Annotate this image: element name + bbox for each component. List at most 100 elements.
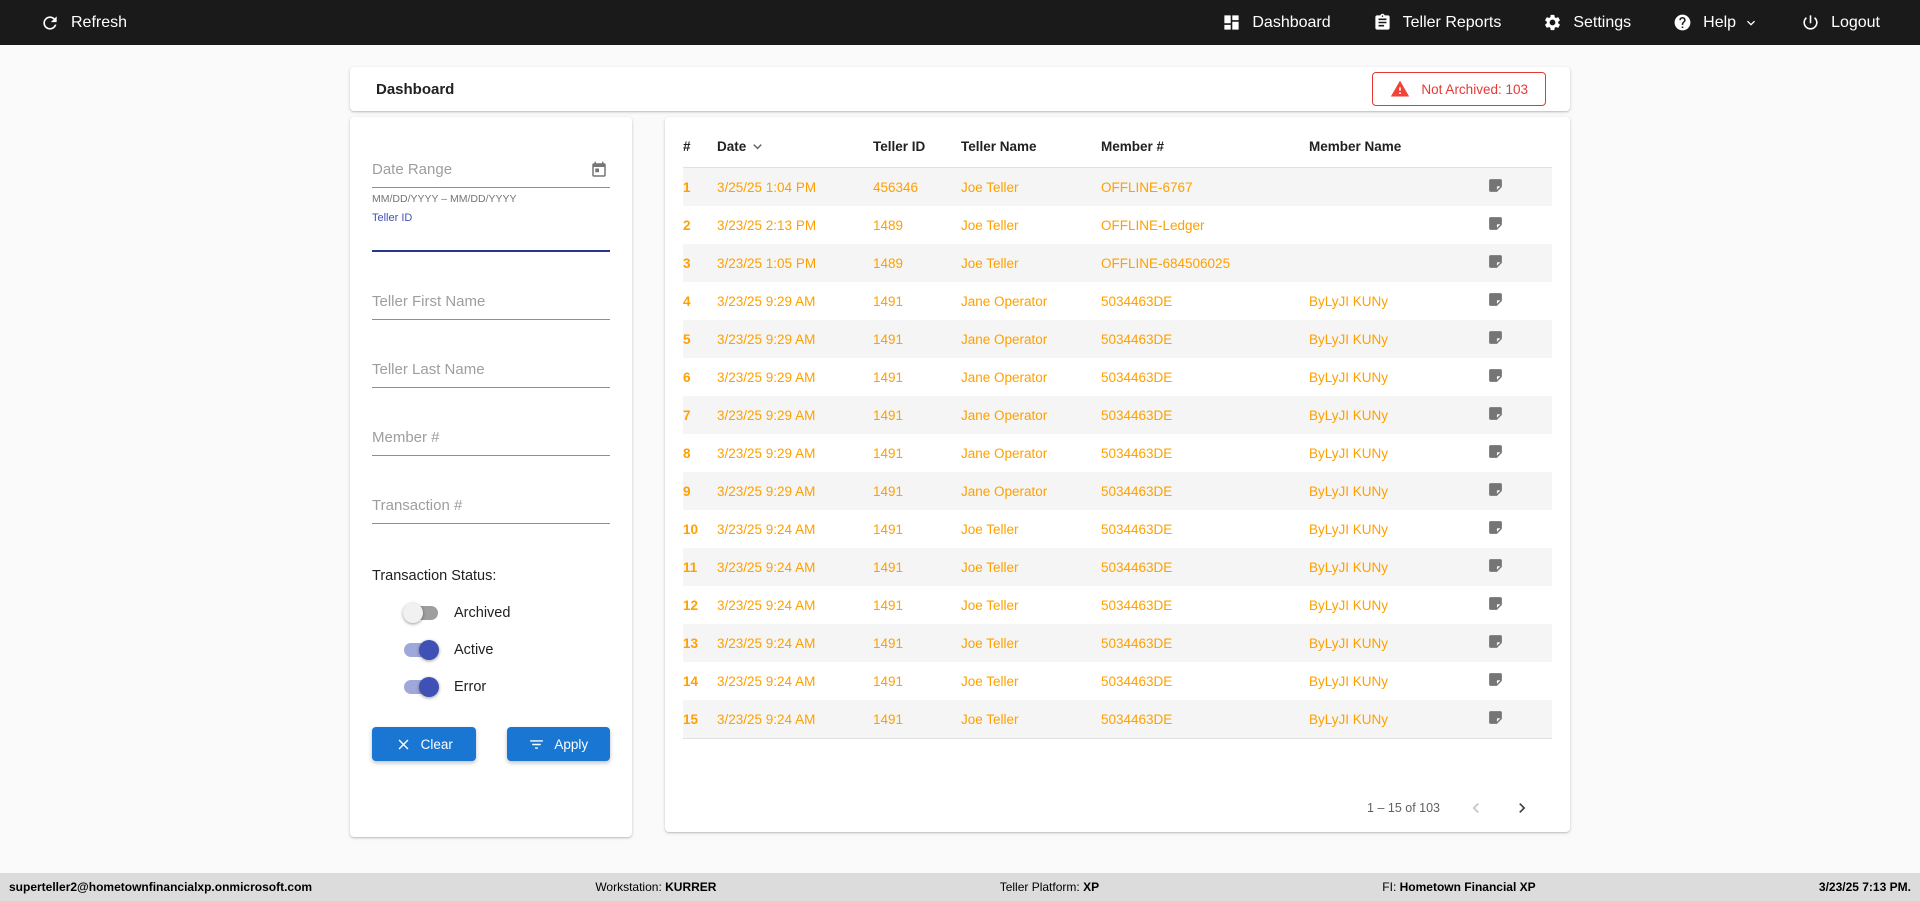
table-row[interactable]: 12 3/23/25 9:24 AM 1491 Joe Teller 50344… [683,586,1552,624]
row-date: 3/23/25 9:24 AM [717,635,816,651]
reports-icon [1373,13,1392,32]
row-member-name: ByLyJI KUNy [1309,407,1389,423]
row-number: 13 [683,635,699,651]
note-icon[interactable] [1487,481,1504,498]
row-date: 3/23/25 9:24 AM [717,597,816,613]
refresh-button[interactable]: Refresh [40,13,127,33]
clear-button[interactable]: Clear [372,727,476,761]
note-icon[interactable] [1487,709,1504,726]
col-header-member-name: Member Name [1309,125,1487,168]
error-toggle[interactable] [403,677,439,697]
row-teller-name: Joe Teller [961,635,1019,651]
gear-icon [1543,13,1562,32]
nav-logout-label: Logout [1831,13,1880,31]
table-header-row: # Date Teller ID Teller Name Member # Me… [683,125,1552,168]
row-teller-name: Joe Teller [961,673,1019,689]
teller-last-name-input[interactable] [372,361,610,388]
table-row[interactable]: 11 3/23/25 9:24 AM 1491 Joe Teller 50344… [683,548,1552,586]
row-number: 12 [683,597,699,613]
row-note-cell [1487,700,1552,739]
col-header-date[interactable]: Date [717,125,873,168]
table-row[interactable]: 10 3/23/25 9:24 AM 1491 Joe Teller 50344… [683,510,1552,548]
table-row[interactable]: 2 3/23/25 2:13 PM 1489 Joe Teller OFFLIN… [683,206,1552,244]
previous-page-button [1466,798,1486,818]
row-number: 4 [683,293,691,309]
row-date: 3/23/25 1:05 PM [717,255,817,271]
nav-settings[interactable]: Settings [1543,13,1631,32]
note-icon[interactable] [1487,367,1504,384]
table-row[interactable]: 9 3/23/25 9:29 AM 1491 Jane Operator 503… [683,472,1552,510]
table-row[interactable]: 6 3/23/25 9:29 AM 1491 Jane Operator 503… [683,358,1552,396]
note-icon[interactable] [1487,443,1504,460]
pagination: 1 – 15 of 103 [1367,798,1532,818]
row-note-cell [1487,624,1552,662]
note-icon[interactable] [1487,671,1504,688]
not-archived-badge[interactable]: Not Archived: 103 [1372,72,1546,106]
row-teller-name: Joe Teller [961,559,1019,575]
nav-help[interactable]: Help [1673,13,1759,32]
row-date: 3/23/25 9:29 AM [717,407,816,423]
col-header-number: # [683,125,717,168]
note-icon[interactable] [1487,291,1504,308]
active-toggle[interactable] [403,640,439,660]
row-member-name: ByLyJI KUNy [1309,331,1389,347]
row-member-name: ByLyJI KUNy [1309,711,1389,727]
nav-teller-reports[interactable]: Teller Reports [1373,13,1501,32]
note-icon[interactable] [1487,253,1504,270]
table-row[interactable]: 15 3/23/25 9:24 AM 1491 Joe Teller 50344… [683,700,1552,739]
row-date: 3/23/25 9:29 AM [717,445,816,461]
apply-button-label: Apply [554,736,589,752]
power-icon [1801,13,1820,32]
main-container: Dashboard Not Archived: 103 MM/DD/YYYY –… [350,67,1570,837]
note-icon[interactable] [1487,177,1504,194]
table-row[interactable]: 1 3/25/25 1:04 PM 456346 Joe Teller OFFL… [683,167,1552,206]
note-icon[interactable] [1487,519,1504,536]
calendar-icon[interactable] [590,161,608,179]
row-member-number: OFFLINE-6767 [1101,179,1193,195]
table-row[interactable]: 14 3/23/25 9:24 AM 1491 Joe Teller 50344… [683,662,1552,700]
note-icon[interactable] [1487,405,1504,422]
row-date: 3/23/25 9:29 AM [717,369,816,385]
clear-button-label: Clear [420,736,453,752]
nav-logout[interactable]: Logout [1801,13,1880,32]
table-row[interactable]: 3 3/23/25 1:05 PM 1489 Joe Teller OFFLIN… [683,244,1552,282]
next-page-button[interactable] [1512,798,1532,818]
note-icon[interactable] [1487,633,1504,650]
row-teller-name: Joe Teller [961,521,1019,537]
nav-dashboard[interactable]: Dashboard [1222,13,1331,32]
table-row[interactable]: 5 3/23/25 9:29 AM 1491 Jane Operator 503… [683,320,1552,358]
teller-first-name-input[interactable] [372,293,610,320]
row-member-number: 5034463DE [1101,597,1173,613]
row-member-name: ByLyJI KUNy [1309,673,1389,689]
table-row[interactable]: 8 3/23/25 9:29 AM 1491 Jane Operator 503… [683,434,1552,472]
archived-toggle[interactable] [403,603,439,623]
apply-button[interactable]: Apply [506,727,610,761]
note-icon[interactable] [1487,215,1504,232]
row-teller-name: Joe Teller [961,217,1019,233]
row-note-cell [1487,244,1552,282]
row-member-number: 5034463DE [1101,711,1173,727]
close-icon [395,736,412,753]
date-range-input[interactable] [372,161,610,188]
col-header-member-number: Member # [1101,125,1309,168]
row-teller-id: 1491 [873,559,904,575]
table-row[interactable]: 4 3/23/25 9:29 AM 1491 Jane Operator 503… [683,282,1552,320]
row-teller-name: Jane Operator [961,331,1048,347]
col-header-teller-id: Teller ID [873,125,961,168]
row-member-number: 5034463DE [1101,673,1173,689]
transaction-number-input[interactable] [372,497,610,524]
table-row[interactable]: 13 3/23/25 9:24 AM 1491 Joe Teller 50344… [683,624,1552,662]
row-date: 3/23/25 9:29 AM [717,293,816,309]
teller-id-field-wrap [372,224,610,252]
note-icon[interactable] [1487,329,1504,346]
table-row[interactable]: 7 3/23/25 9:29 AM 1491 Jane Operator 503… [683,396,1552,434]
note-icon[interactable] [1487,557,1504,574]
row-note-cell [1487,282,1552,320]
row-number: 6 [683,369,691,385]
note-icon[interactable] [1487,595,1504,612]
row-date: 3/23/25 9:29 AM [717,483,816,499]
row-teller-id: 1491 [873,673,904,689]
toggle-row-archived: Archived [372,602,610,624]
member-number-input[interactable] [372,429,610,456]
teller-id-input[interactable] [372,224,610,252]
